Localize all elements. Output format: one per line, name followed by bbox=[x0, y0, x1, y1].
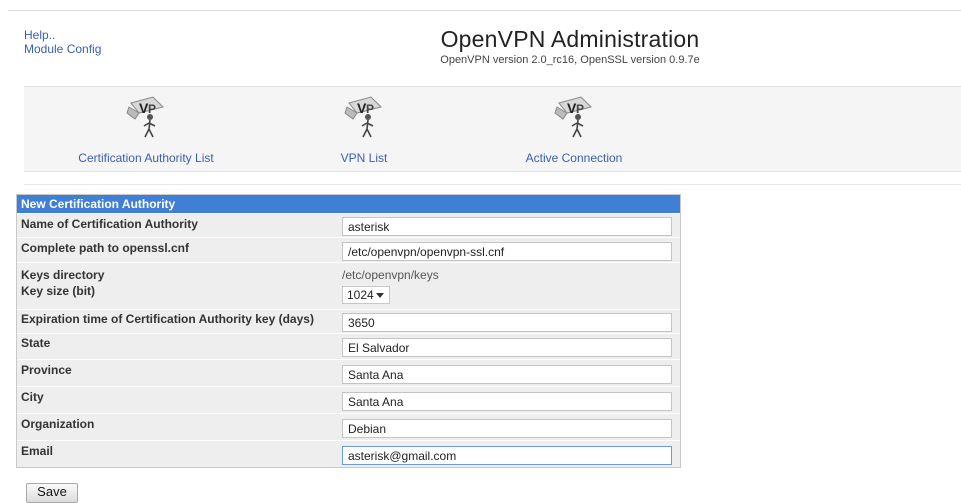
page-title: OpenVPN Administration bbox=[440, 26, 700, 52]
field-label: City bbox=[21, 390, 44, 404]
chevron-down-icon bbox=[376, 293, 384, 298]
form-row-city: City bbox=[17, 386, 680, 413]
field-label: Expiration time of Certification Authori… bbox=[21, 312, 314, 326]
toolbar-item-label[interactable]: Active Connection bbox=[504, 151, 644, 165]
version-info: OpenVPN version 2.0_rc16, OpenSSL versio… bbox=[440, 54, 700, 66]
state-input[interactable] bbox=[342, 338, 672, 357]
toolbar-item-label[interactable]: Certification Authority List bbox=[46, 151, 246, 165]
expiration-input[interactable] bbox=[342, 313, 672, 332]
form-row-organization: Organization bbox=[17, 413, 680, 440]
form-row-ca-name: Name of Certification Authority bbox=[17, 213, 680, 237]
toolbar-item-vpn-list[interactable]: V P VPN List bbox=[314, 93, 414, 165]
field-label: Name of Certification Authority bbox=[21, 217, 198, 231]
organization-input[interactable] bbox=[342, 419, 672, 438]
key-size-select[interactable]: 1024 bbox=[342, 286, 390, 304]
field-label: State bbox=[21, 336, 51, 350]
email-input[interactable] bbox=[342, 446, 672, 465]
svg-text:P: P bbox=[576, 102, 584, 116]
form-row-email: Email bbox=[17, 440, 680, 467]
form-row-expiration: Expiration time of Certification Authori… bbox=[17, 309, 680, 333]
form-row-state: State bbox=[17, 333, 680, 359]
page-header: OpenVPN Administration OpenVPN version 2… bbox=[380, 26, 760, 66]
module-config-link[interactable]: Module Config bbox=[24, 42, 101, 56]
top-divider bbox=[8, 10, 961, 11]
toolbar-item-active-connection[interactable]: V P Active Connection bbox=[504, 93, 644, 165]
key-size-value: 1024 bbox=[347, 288, 374, 302]
toolbar-item-label[interactable]: VPN List bbox=[314, 151, 414, 165]
module-links: Help.. Module Config bbox=[24, 28, 101, 56]
openvpn-logo-icon[interactable]: V P bbox=[123, 93, 169, 139]
svg-text:P: P bbox=[366, 102, 374, 116]
toolbar-divider bbox=[24, 184, 961, 185]
openvpn-logo-icon[interactable]: V P bbox=[341, 93, 387, 139]
openvpn-logo-icon[interactable]: V P bbox=[551, 93, 597, 139]
field-label: Complete path to openssl.cnf bbox=[21, 241, 190, 255]
toolbar-item-ca-list[interactable]: V P Certification Authority List bbox=[46, 93, 246, 165]
module-toolbar: V P Certification Authority List V P VPN… bbox=[24, 86, 961, 172]
field-label: Email bbox=[21, 444, 54, 458]
field-label: Province bbox=[21, 363, 72, 377]
form-row-province: Province bbox=[17, 359, 680, 386]
help-link[interactable]: Help.. bbox=[24, 28, 101, 42]
keys-directory-value: /etc/openvpn/keys bbox=[342, 268, 439, 282]
province-input[interactable] bbox=[342, 365, 672, 384]
form-title: New Certification Authority bbox=[17, 195, 680, 213]
field-label: Organization bbox=[21, 417, 95, 431]
openssl-path-input[interactable] bbox=[342, 242, 672, 261]
form-row-keys: Keys directory /etc/openvpn/keys Key siz… bbox=[17, 262, 680, 309]
field-label: Keys directory bbox=[21, 268, 105, 282]
save-button[interactable]: Save bbox=[26, 483, 78, 503]
form-row-openssl-path: Complete path to openssl.cnf bbox=[17, 237, 680, 262]
city-input[interactable] bbox=[342, 392, 672, 411]
new-ca-form: New Certification Authority Name of Cert… bbox=[16, 194, 681, 468]
svg-text:P: P bbox=[148, 102, 156, 116]
ca-name-input[interactable] bbox=[342, 217, 672, 236]
field-label: Key size (bit) bbox=[21, 284, 96, 298]
